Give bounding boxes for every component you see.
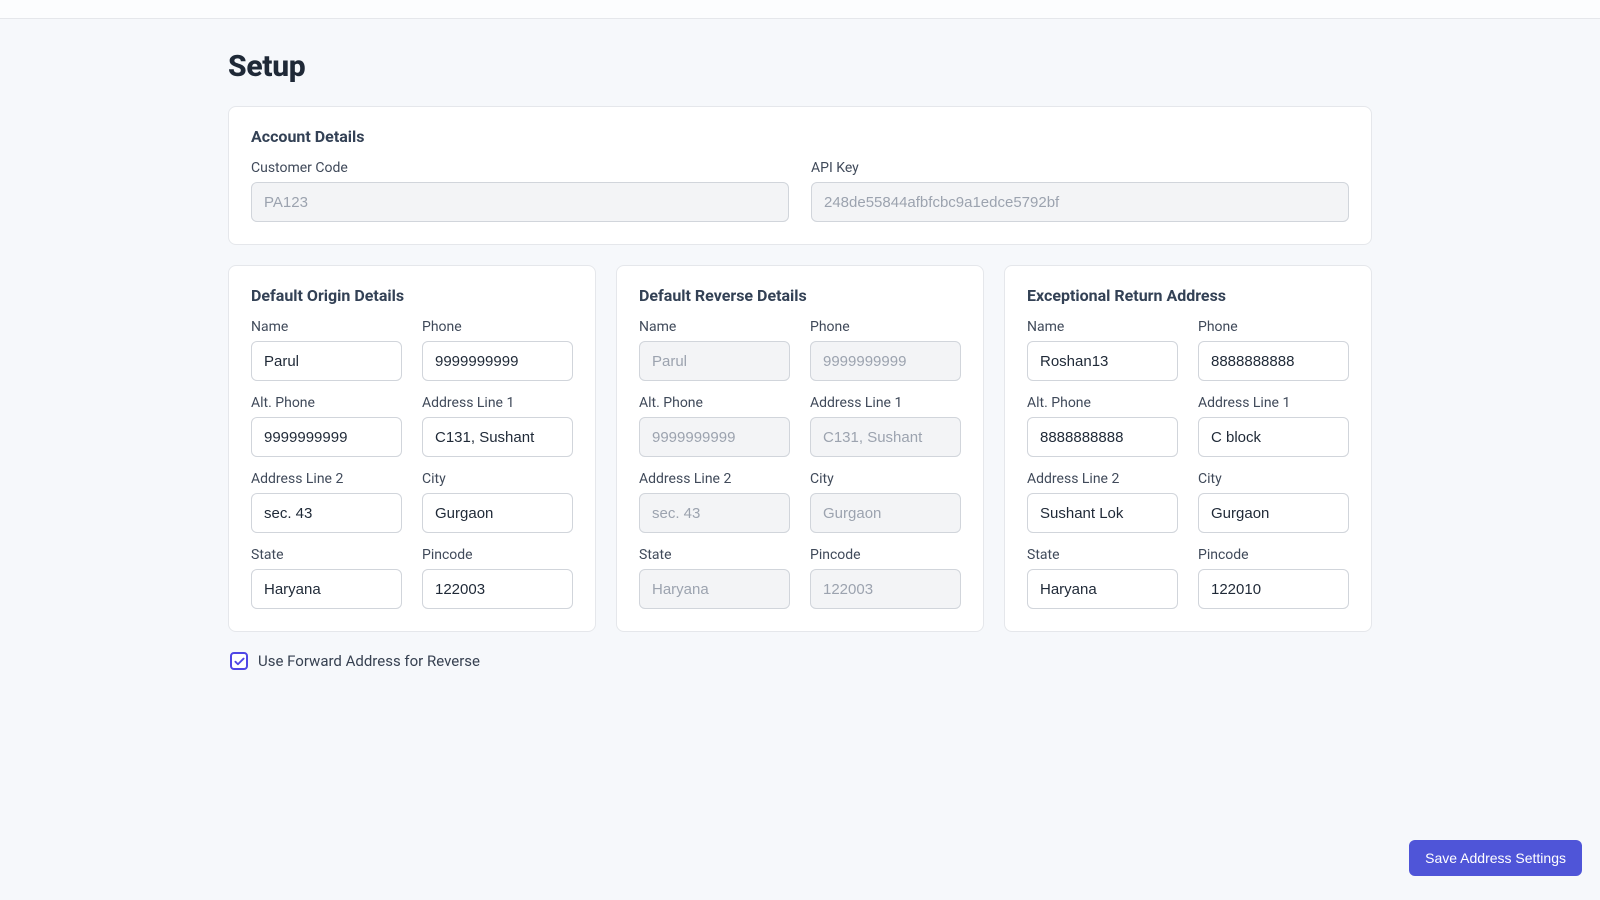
reverse-altphone-label: Alt. Phone: [639, 395, 790, 411]
exceptional-state-input[interactable]: [1027, 569, 1178, 609]
exceptional-addr2-label: Address Line 2: [1027, 471, 1178, 487]
origin-city-label: City: [422, 471, 573, 487]
reverse-pincode-label: Pincode: [810, 547, 961, 563]
account-details-card: Account Details Customer Code API Key: [228, 106, 1372, 245]
origin-city-input[interactable]: [422, 493, 573, 533]
reverse-phone-label: Phone: [810, 319, 961, 335]
customer-code-field: Customer Code: [251, 160, 789, 222]
origin-addr1-input[interactable]: [422, 417, 573, 457]
checkmark-icon: [234, 656, 245, 667]
top-border: [0, 0, 1600, 19]
reverse-heading: Default Reverse Details: [639, 286, 961, 305]
account-details-heading: Account Details: [251, 127, 1349, 146]
origin-state-label: State: [251, 547, 402, 563]
exceptional-pincode-input[interactable]: [1198, 569, 1349, 609]
origin-name-label: Name: [251, 319, 402, 335]
exceptional-phone-input[interactable]: [1198, 341, 1349, 381]
left-border: [0, 0, 2, 900]
exceptional-name-input[interactable]: [1027, 341, 1178, 381]
exceptional-addr1-input[interactable]: [1198, 417, 1349, 457]
save-address-settings-button[interactable]: Save Address Settings: [1409, 840, 1582, 876]
origin-addr2-input[interactable]: [251, 493, 402, 533]
reverse-addr2-input: [639, 493, 790, 533]
exceptional-addr1-label: Address Line 1: [1198, 395, 1349, 411]
exceptional-pincode-label: Pincode: [1198, 547, 1349, 563]
origin-pincode-input[interactable]: [422, 569, 573, 609]
reverse-pincode-input: [810, 569, 961, 609]
exceptional-heading: Exceptional Return Address: [1027, 286, 1349, 305]
reverse-addr2-label: Address Line 2: [639, 471, 790, 487]
exceptional-addr2-input[interactable]: [1027, 493, 1178, 533]
exceptional-name-label: Name: [1027, 319, 1178, 335]
customer-code-input: [251, 182, 789, 222]
exceptional-card: Exceptional Return Address Name Phone Al…: [1004, 265, 1372, 632]
origin-altphone-input[interactable]: [251, 417, 402, 457]
reverse-phone-input: [810, 341, 961, 381]
exceptional-state-label: State: [1027, 547, 1178, 563]
origin-altphone-label: Alt. Phone: [251, 395, 402, 411]
reverse-altphone-input: [639, 417, 790, 457]
customer-code-label: Customer Code: [251, 160, 789, 176]
exceptional-city-input[interactable]: [1198, 493, 1349, 533]
reverse-name-label: Name: [639, 319, 790, 335]
exceptional-altphone-label: Alt. Phone: [1027, 395, 1178, 411]
origin-name-input[interactable]: [251, 341, 402, 381]
footer-bar: Save Address Settings: [0, 816, 1600, 900]
origin-pincode-label: Pincode: [422, 547, 573, 563]
reverse-card: Default Reverse Details Name Phone Alt. …: [616, 265, 984, 632]
reverse-state-label: State: [639, 547, 790, 563]
use-forward-address-label: Use Forward Address for Reverse: [258, 652, 480, 670]
api-key-field: API Key: [811, 160, 1349, 222]
reverse-name-input: [639, 341, 790, 381]
page-title: Setup: [228, 49, 1372, 84]
reverse-addr1-input: [810, 417, 961, 457]
api-key-input: [811, 182, 1349, 222]
origin-card: Default Origin Details Name Phone Alt. P…: [228, 265, 596, 632]
use-forward-address-checkbox[interactable]: [230, 652, 248, 670]
exceptional-phone-label: Phone: [1198, 319, 1349, 335]
origin-state-input[interactable]: [251, 569, 402, 609]
reverse-city-input: [810, 493, 961, 533]
origin-addr2-label: Address Line 2: [251, 471, 402, 487]
reverse-state-input: [639, 569, 790, 609]
reverse-city-label: City: [810, 471, 961, 487]
reverse-addr1-label: Address Line 1: [810, 395, 961, 411]
exceptional-city-label: City: [1198, 471, 1349, 487]
origin-addr1-label: Address Line 1: [422, 395, 573, 411]
origin-phone-label: Phone: [422, 319, 573, 335]
origin-phone-input[interactable]: [422, 341, 573, 381]
origin-heading: Default Origin Details: [251, 286, 573, 305]
api-key-label: API Key: [811, 160, 1349, 176]
page-content: Setup Account Details Customer Code API …: [0, 19, 1600, 670]
exceptional-altphone-input[interactable]: [1027, 417, 1178, 457]
